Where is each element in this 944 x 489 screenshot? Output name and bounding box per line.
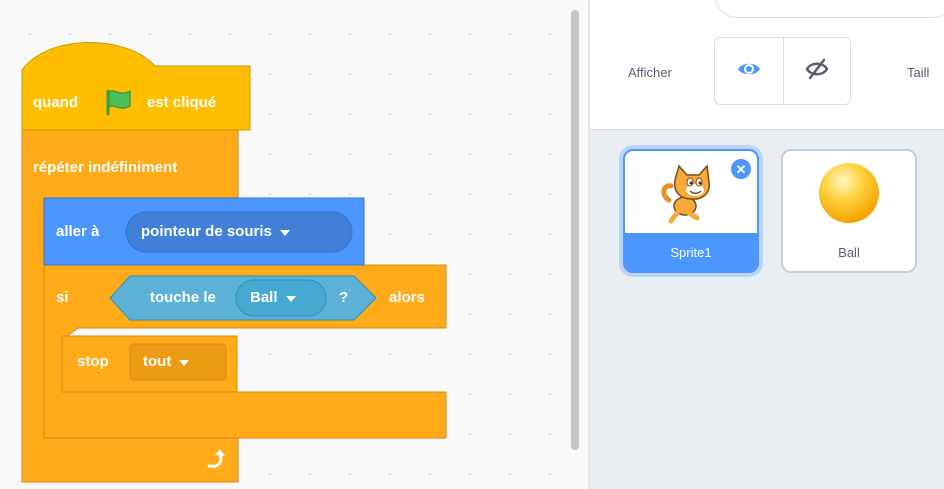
goto-target-value: pointeur de souris <box>141 223 272 240</box>
visibility-toggle <box>714 37 851 105</box>
chevron-down-icon <box>285 295 296 302</box>
sprite-name-label: Ball <box>838 244 860 260</box>
size-label: Taill <box>907 65 930 80</box>
chevron-down-icon <box>179 359 190 366</box>
eye-slash-icon <box>804 58 830 85</box>
hide-button[interactable] <box>782 38 850 104</box>
stop-option-value: tout <box>143 353 172 370</box>
chevron-down-icon <box>279 229 290 236</box>
forever-label: répéter indéfiniment <box>33 159 178 176</box>
hat-prefix: quand <box>33 94 78 111</box>
sprite-thumbnail <box>783 151 915 235</box>
sprite-name-label: Sprite1 <box>625 233 757 271</box>
show-label: Afficher <box>628 65 672 80</box>
if-label: si <box>56 289 69 306</box>
touching-target-dropdown[interactable]: Ball <box>250 289 296 306</box>
cat-sprite-icon <box>661 164 710 224</box>
goto-label: aller à <box>56 223 100 240</box>
ball-sprite-icon <box>819 163 879 223</box>
stop-option-dropdown[interactable]: tout <box>143 353 190 370</box>
then-label: alors <box>389 289 425 306</box>
block-shapes <box>21 42 447 483</box>
hat-block-shape <box>21 42 251 131</box>
sprite-name-input[interactable] <box>715 0 944 18</box>
touching-question-mark: ? <box>339 289 349 306</box>
touching-label: touche le <box>150 289 216 306</box>
close-icon[interactable]: ✕ <box>729 157 753 181</box>
stop-label: stop <box>77 353 109 370</box>
hat-suffix: est cliqué <box>147 94 217 111</box>
sprite-card-ball[interactable]: Ball <box>781 149 917 273</box>
touching-target-value: Ball <box>250 289 278 306</box>
script-stack: quand est cliqué répéter indéfiniment al… <box>0 0 590 489</box>
goto-target-dropdown[interactable]: pointeur de souris <box>141 223 290 240</box>
eye-icon <box>736 59 762 84</box>
show-button[interactable] <box>715 38 783 104</box>
